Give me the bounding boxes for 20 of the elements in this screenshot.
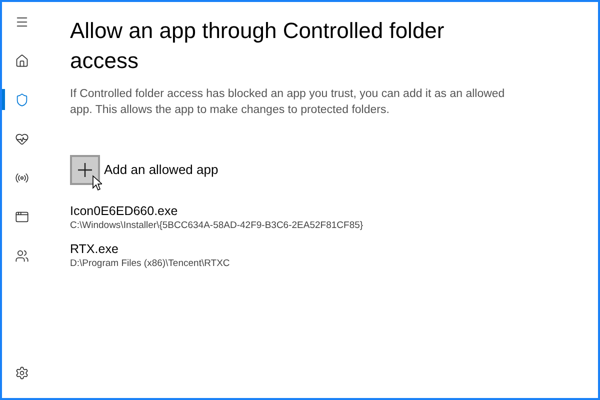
app-list-item[interactable]: RTX.exe D:\Program Files (x86)\Tencent\RTXC [70,241,578,271]
people-icon[interactable] [15,248,29,262]
app-name: RTX.exe [70,241,120,257]
add-label[interactable]: Add an allowed app [104,160,218,180]
plus-icon [78,163,92,177]
app-path: D:\Program Files (x86)\Tencent\RTXC [70,257,231,271]
app-path: C:\Windows\Installer\{5BCC634A-58AD-42F9-B3C6-2EA52F81CF85} [70,219,364,233]
heart-pulse-icon[interactable] [15,132,29,146]
app-name: Icon0E6ED660.exe [70,203,179,219]
antenna-icon[interactable] [15,170,29,184]
menu-icon[interactable] [15,14,29,28]
settings-icon[interactable] [15,366,29,380]
cursor-icon [92,175,102,191]
description: If Controlled folder access has blocked an app you trust, you can add it as an allowed app. This allows the app to make changes to protected folders. [70,87,506,118]
add-button[interactable] [70,155,100,185]
app-list-item[interactable]: Icon0E6ED660.exe C:\Windows\Installer\{5BCC634A-58AD-42F9-B3C6-2EA52F81CF85} [70,203,578,233]
shield-icon[interactable] [15,92,29,106]
window-icon[interactable] [15,210,29,224]
home-icon[interactable] [15,54,29,68]
page-title: Allow an app through Controlled folder access [70,17,446,75]
